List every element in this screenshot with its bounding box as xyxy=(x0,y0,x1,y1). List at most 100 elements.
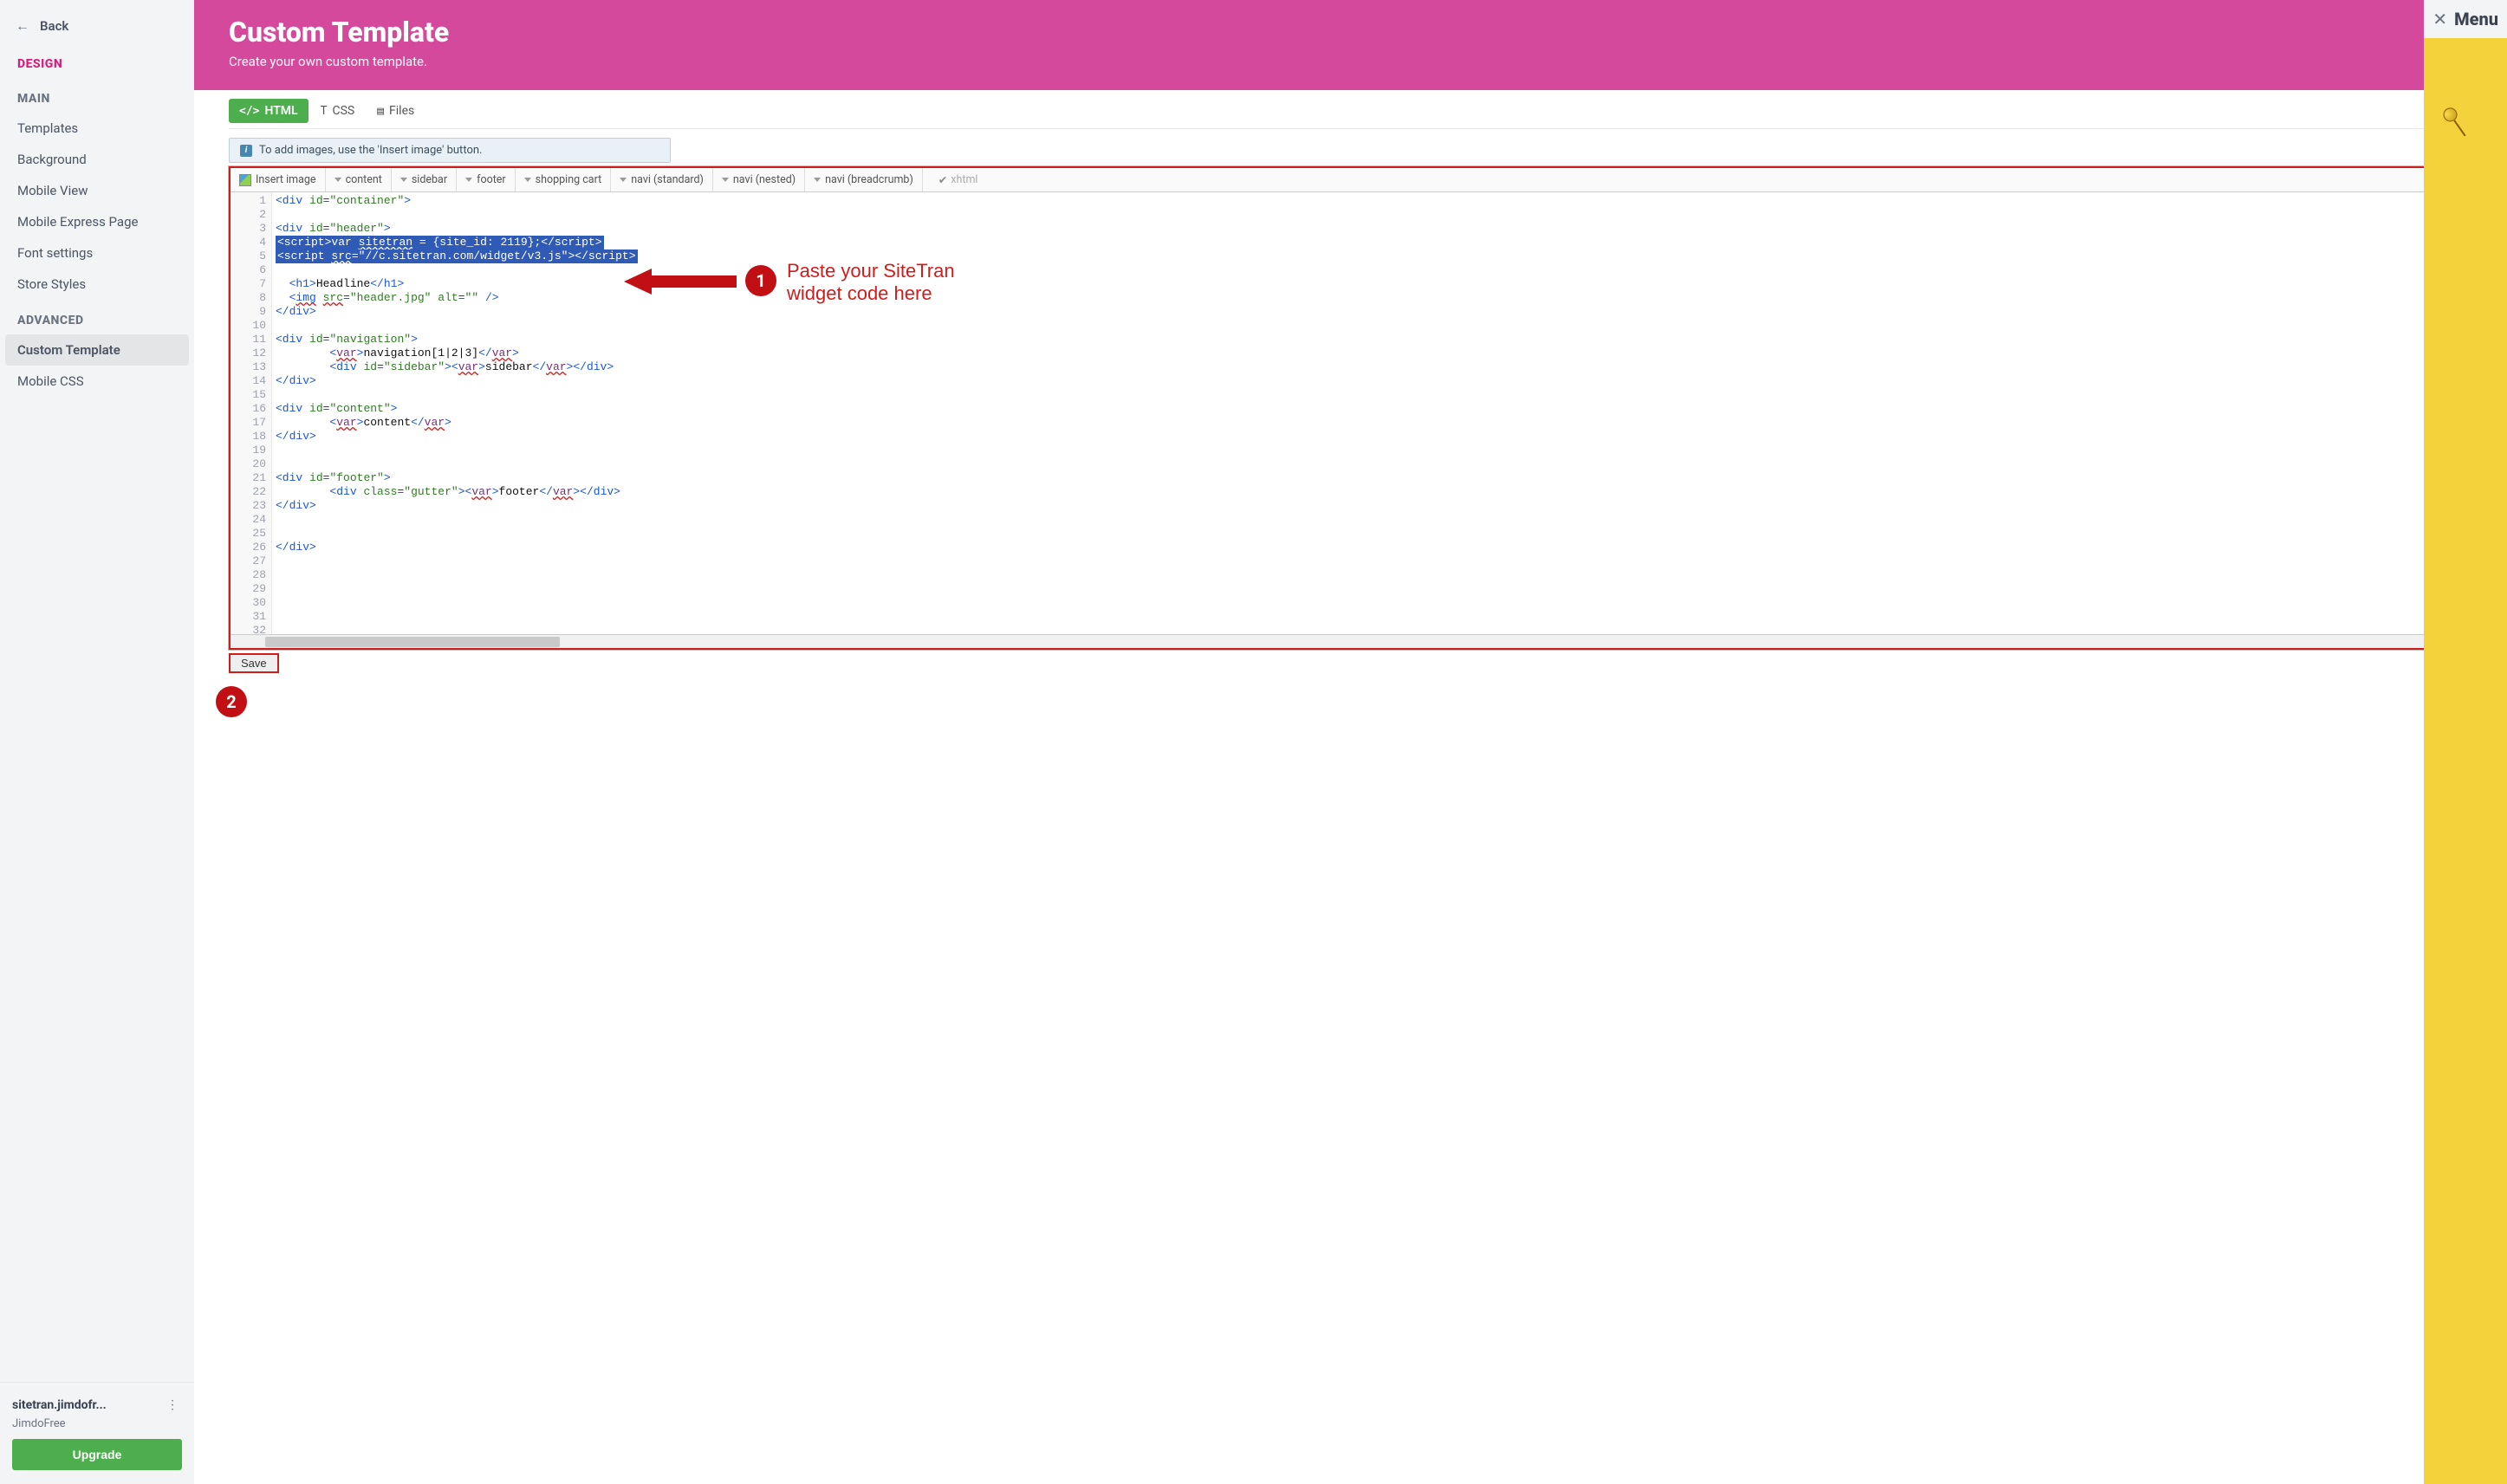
horizontal-scrollbar[interactable] xyxy=(231,634,2471,648)
toolbar-item-navi-nested-[interactable]: navi (nested) xyxy=(713,168,805,191)
toolbar-item-label: content xyxy=(346,173,382,186)
insert-image-button[interactable]: Insert image xyxy=(231,168,326,191)
code-line[interactable] xyxy=(276,388,2471,402)
toolbar-item-navi-standard-[interactable]: navi (standard) xyxy=(611,168,713,191)
back-button[interactable]: ← Back xyxy=(0,9,194,43)
tab-files[interactable]: ▤ Files xyxy=(367,99,425,123)
section-advanced: ADVANCED xyxy=(0,300,194,334)
code-line[interactable] xyxy=(276,554,2471,568)
toolbar-item-label: shopping cart xyxy=(536,173,602,186)
sidebar-item-templates[interactable]: Templates xyxy=(0,113,194,144)
tab-label: HTML xyxy=(264,104,297,118)
chevron-down-icon xyxy=(814,178,821,182)
code-lines[interactable]: <div id="container"><div id="header"><sc… xyxy=(272,192,2471,634)
code-line[interactable] xyxy=(276,208,2471,222)
image-icon xyxy=(239,174,251,186)
toolbar-item-footer[interactable]: footer xyxy=(457,168,516,191)
sidebar-item-font-settings[interactable]: Font settings xyxy=(0,237,194,269)
code-line[interactable]: <script>var sitetran = {site_id: 2119};<… xyxy=(276,236,2471,249)
toolbar-item-label: navi (nested) xyxy=(733,173,796,186)
insert-image-label: Insert image xyxy=(256,173,316,186)
code-editor: Insert image content sidebar footer shoppin… xyxy=(229,166,2472,650)
hero: Custom Template Create your own custom t… xyxy=(194,0,2507,90)
code-line[interactable] xyxy=(276,624,2471,634)
info-icon: i xyxy=(240,145,252,157)
save-button[interactable]: Save xyxy=(229,653,279,673)
code-line[interactable] xyxy=(276,263,2471,277)
tabs: </> HTML T CSS ▤ Files xyxy=(194,90,2507,128)
code-line[interactable] xyxy=(276,527,2471,541)
main: Custom Template Create your own custom t… xyxy=(194,0,2507,1484)
sidebar-item-custom-template[interactable]: Custom Template xyxy=(5,334,189,366)
tab-label: Files xyxy=(389,104,414,118)
page-subtitle: Create your own custom template. xyxy=(229,54,2472,69)
tab-label: CSS xyxy=(332,104,354,118)
code-line[interactable] xyxy=(276,319,2471,333)
toolbar-item-label: footer xyxy=(477,173,506,186)
code-line[interactable] xyxy=(276,610,2471,624)
code-line[interactable] xyxy=(276,596,2471,610)
page-title: Custom Template xyxy=(229,16,2472,49)
code-line[interactable]: </div> xyxy=(276,541,2471,554)
code-line[interactable] xyxy=(276,568,2471,582)
code-area[interactable]: 1234567891011121314151617181920212223242… xyxy=(231,192,2471,634)
upgrade-button[interactable]: Upgrade xyxy=(12,1439,182,1470)
code-line[interactable]: <div id="container"> xyxy=(276,194,2471,208)
menu-label: Menu xyxy=(2454,9,2498,29)
code-line[interactable]: <h1>Headline</h1> xyxy=(276,277,2471,291)
code-line[interactable]: <var>content</var> xyxy=(276,416,2471,430)
info-text: To add images, use the 'Insert image' bu… xyxy=(259,144,482,157)
code-line[interactable]: <div id="content"> xyxy=(276,402,2471,416)
toolbar-item-label: navi (standard) xyxy=(631,173,704,186)
divider xyxy=(229,128,2472,129)
toolbar-item-label: sidebar xyxy=(412,173,447,186)
section-design[interactable]: DESIGN xyxy=(0,43,194,78)
code-line[interactable]: <div id="navigation"> xyxy=(276,333,2471,347)
plan-name: JimdoFree xyxy=(12,1417,182,1430)
more-icon[interactable]: ⋮ xyxy=(163,1395,182,1416)
code-line[interactable]: </div> xyxy=(276,430,2471,444)
sidebar: ← Back DESIGN MAIN TemplatesBackgroundMo… xyxy=(0,0,194,1484)
tab-css[interactable]: T CSS xyxy=(310,99,366,123)
sidebar-item-store-styles[interactable]: Store Styles xyxy=(0,269,194,300)
text-icon: T xyxy=(321,105,328,118)
sidebar-item-mobile-view[interactable]: Mobile View xyxy=(0,175,194,206)
stack-icon: ▤ xyxy=(377,105,384,118)
code-line[interactable]: </div> xyxy=(276,305,2471,319)
chevron-down-icon xyxy=(334,178,341,182)
code-line[interactable]: <div id="footer"> xyxy=(276,471,2471,485)
code-line[interactable] xyxy=(276,457,2471,471)
code-line[interactable]: <img src="header.jpg" alt="" /> xyxy=(276,291,2471,305)
code-line[interactable]: <div id="sidebar"><var>sidebar</var></di… xyxy=(276,360,2471,374)
close-icon: ✕ xyxy=(2432,9,2447,29)
tab-html[interactable]: </> HTML xyxy=(229,99,309,123)
preview-strip xyxy=(2424,0,2507,1484)
main-nav: TemplatesBackgroundMobile ViewMobile Exp… xyxy=(0,113,194,300)
line-gutter: 1234567891011121314151617181920212223242… xyxy=(231,192,272,634)
info-bar: i To add images, use the 'Insert image' … xyxy=(229,138,671,163)
advanced-nav: Custom TemplateMobile CSS xyxy=(0,334,194,397)
sidebar-item-background[interactable]: Background xyxy=(0,144,194,175)
xhtml-label: xhtml xyxy=(951,173,977,186)
toolbar-item-shopping-cart[interactable]: shopping cart xyxy=(516,168,612,191)
chevron-down-icon xyxy=(400,178,407,182)
chevron-down-icon xyxy=(524,178,531,182)
toolbar-item-navi-breadcrumb-[interactable]: navi (breadcrumb) xyxy=(805,168,923,191)
menu-button[interactable]: ✕ Menu xyxy=(2424,0,2507,38)
code-line[interactable] xyxy=(276,582,2471,596)
scrollbar-thumb[interactable] xyxy=(265,637,560,647)
code-line[interactable]: <script src="//c.sitetran.com/widget/v3.… xyxy=(276,249,2471,263)
code-line[interactable]: <div class="gutter"><var>footer</var></d… xyxy=(276,485,2471,499)
sidebar-item-mobile-css[interactable]: Mobile CSS xyxy=(0,366,194,397)
toolbar-item-content[interactable]: content xyxy=(326,168,392,191)
code-line[interactable]: </div> xyxy=(276,374,2471,388)
code-line[interactable]: <div id="header"> xyxy=(276,222,2471,236)
sidebar-item-mobile-express-page[interactable]: Mobile Express Page xyxy=(0,206,194,237)
toolbar-item-sidebar[interactable]: sidebar xyxy=(392,168,457,191)
code-icon: </> xyxy=(239,105,259,118)
code-line[interactable] xyxy=(276,513,2471,527)
code-line[interactable]: <var>navigation[1|2|3]</var> xyxy=(276,347,2471,360)
code-line[interactable]: </div> xyxy=(276,499,2471,513)
code-line[interactable] xyxy=(276,444,2471,457)
back-label: Back xyxy=(40,18,68,34)
